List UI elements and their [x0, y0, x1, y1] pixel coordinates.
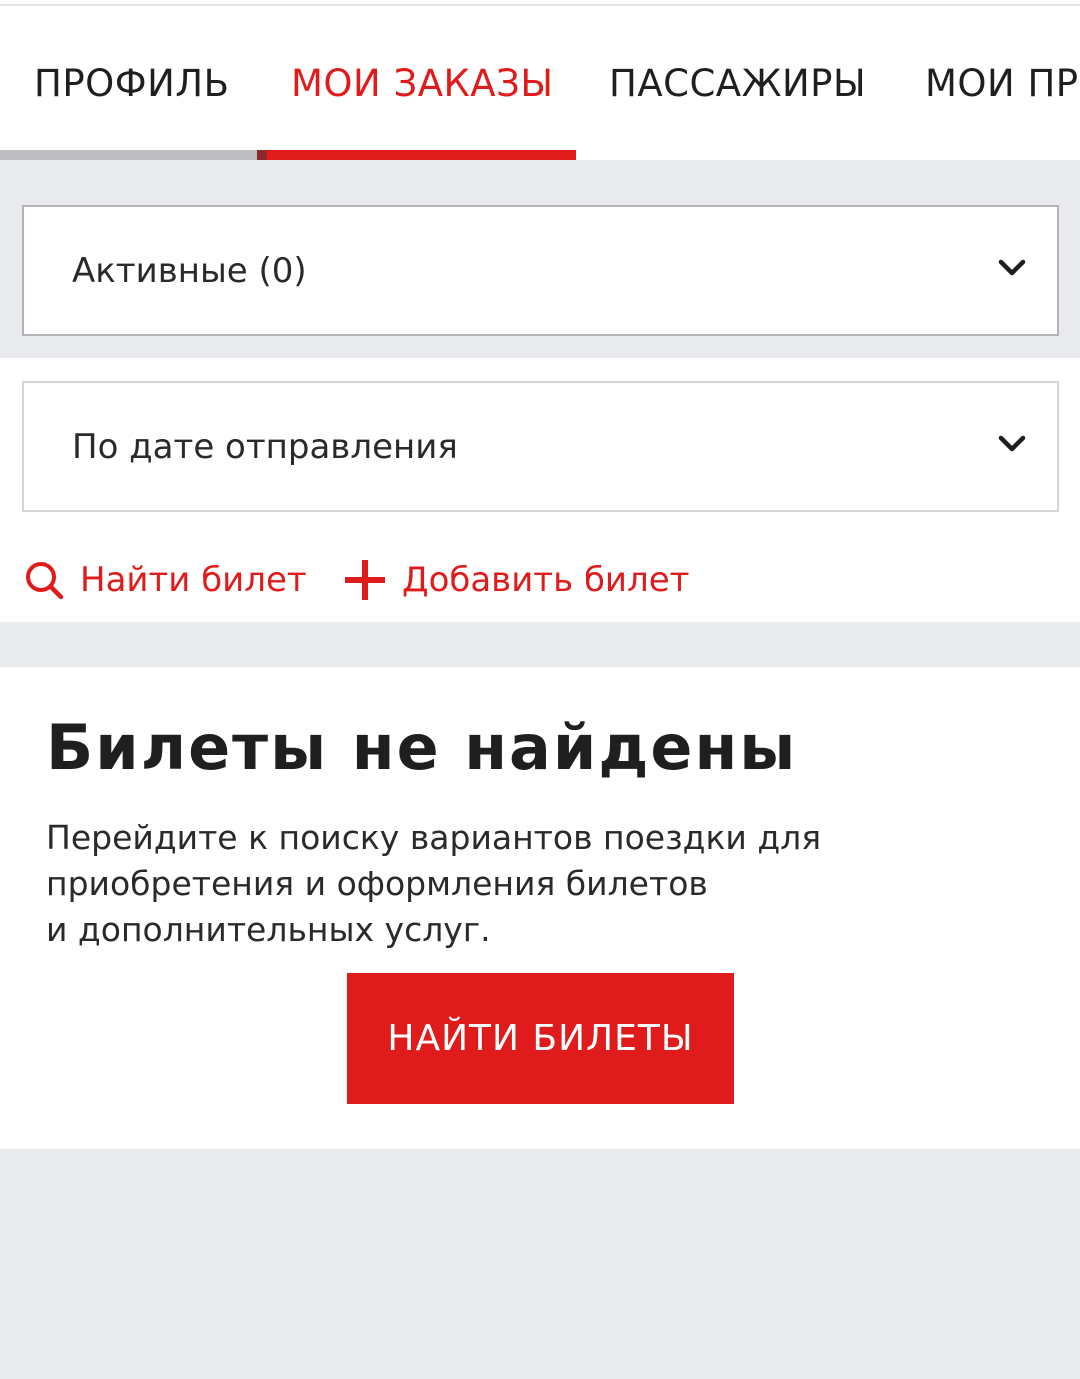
tab-passengers[interactable]: ПАССАЖИРЫ: [609, 62, 866, 105]
tab-my-preferences[interactable]: МОИ ПРЕ: [925, 62, 1080, 105]
tabs-bar: ПРОФИЛЬ МОИ ЗАКАЗЫ ПАССАЖИРЫ МОИ ПРЕ: [0, 6, 1080, 160]
find-ticket-link[interactable]: Найти билет: [24, 556, 307, 604]
tab-my-orders[interactable]: МОИ ЗАКАЗЫ: [291, 62, 553, 105]
sort-select[interactable]: По дате отправления: [22, 381, 1059, 512]
add-ticket-label: Добавить билет: [402, 560, 690, 600]
plus-icon: [345, 560, 385, 600]
tab-scroll-indicator: [0, 150, 262, 160]
find-ticket-label: Найти билет: [80, 560, 307, 600]
status-select[interactable]: Активные (0): [22, 205, 1059, 336]
active-tab-indicator: [267, 150, 576, 160]
chevron-down-icon: [998, 435, 1026, 452]
chevron-down-icon: [998, 259, 1026, 276]
empty-state-text: Перейдите к поиску вариантов поездки для…: [46, 815, 946, 953]
status-select-value: Активные (0): [72, 251, 307, 291]
empty-state-text-line: приобретения и оформления билетов: [46, 864, 708, 903]
find-tickets-button[interactable]: НАЙТИ БИЛЕТЫ: [347, 973, 734, 1104]
search-icon: [26, 562, 64, 600]
empty-state-text-line: Перейдите к поиску вариантов поездки для: [46, 818, 822, 857]
tab-indicator-notch: [257, 150, 267, 160]
add-ticket-link[interactable]: Добавить билет: [344, 556, 689, 604]
empty-state-title: Билеты не найдены: [46, 711, 798, 784]
tab-profile[interactable]: ПРОФИЛЬ: [34, 62, 230, 105]
empty-state-card: Билеты не найдены Перейдите к поиску вар…: [0, 667, 1080, 1149]
sort-select-value: По дате отправления: [72, 427, 458, 467]
empty-state-text-line: и дополнительных услуг.: [46, 910, 491, 949]
